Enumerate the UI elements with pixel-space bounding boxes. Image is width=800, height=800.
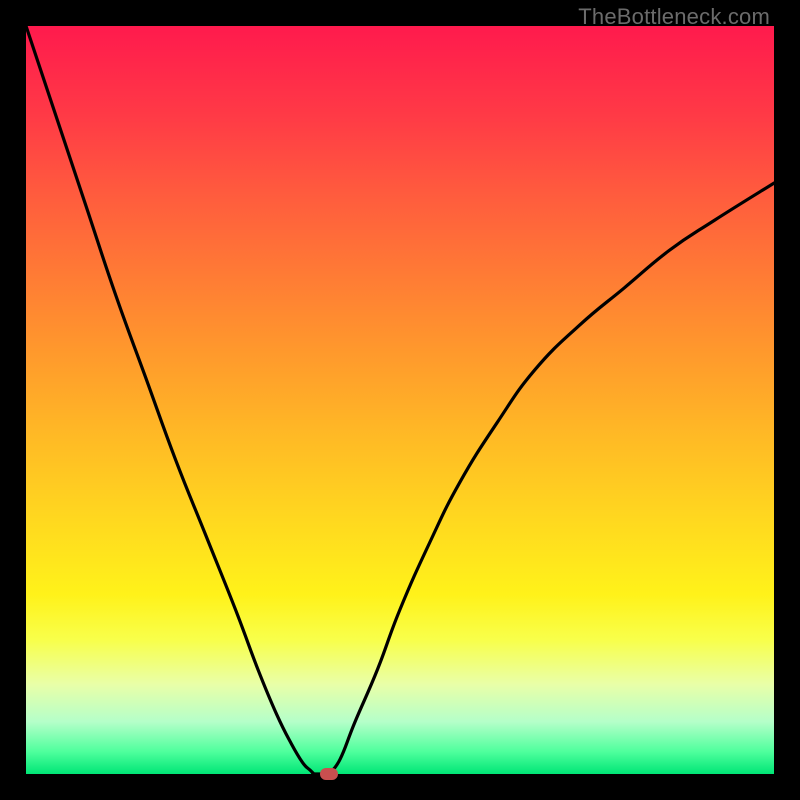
chart-frame: TheBottleneck.com xyxy=(0,0,800,800)
minimum-marker xyxy=(320,768,338,780)
bottleneck-curve xyxy=(26,26,774,774)
plot-area xyxy=(26,26,774,774)
